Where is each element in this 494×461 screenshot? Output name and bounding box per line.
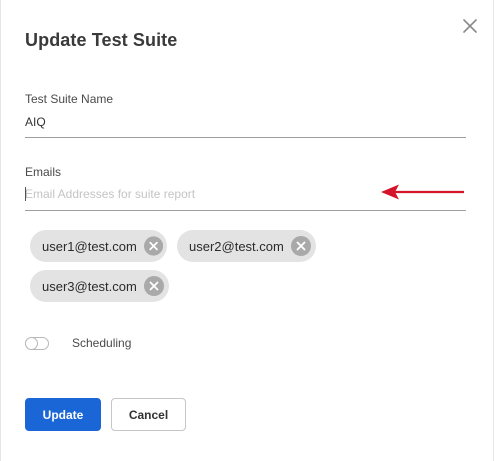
- cancel-circle-icon[interactable]: [143, 276, 164, 296]
- update-test-suite-dialog: Update Test Suite Test Suite Name AIQ Em…: [0, 0, 494, 461]
- email-chip-label: user2@test.com: [189, 238, 284, 254]
- toggle-knob: [25, 337, 38, 350]
- cancel-button[interactable]: Cancel: [111, 398, 186, 431]
- email-chip-label: user1@test.com: [42, 238, 137, 254]
- email-addresses-input[interactable]: [25, 184, 415, 204]
- email-chip-label: user3@test.com: [42, 278, 137, 294]
- close-icon[interactable]: [460, 16, 480, 36]
- email-chip: user1@test.com: [30, 230, 167, 262]
- left-arrow-icon: [381, 184, 464, 200]
- scheduling-label: Scheduling: [72, 336, 132, 350]
- emails-label: Emails: [25, 165, 62, 179]
- email-chip: user2@test.com: [177, 230, 316, 262]
- update-button[interactable]: Update: [25, 398, 101, 431]
- suite-name-field[interactable]: AIQ: [25, 115, 46, 129]
- suite-name-label: Test Suite Name: [25, 92, 114, 106]
- scheduling-toggle[interactable]: [25, 337, 49, 350]
- cancel-circle-icon[interactable]: [290, 236, 311, 256]
- suite-name-underline: [25, 137, 466, 138]
- emails-underline: [25, 210, 466, 211]
- text-cursor: [25, 187, 26, 201]
- cancel-circle-icon[interactable]: [143, 236, 163, 256]
- email-chip: user3@test.com: [30, 270, 169, 302]
- dialog-title: Update Test Suite: [25, 30, 178, 50]
